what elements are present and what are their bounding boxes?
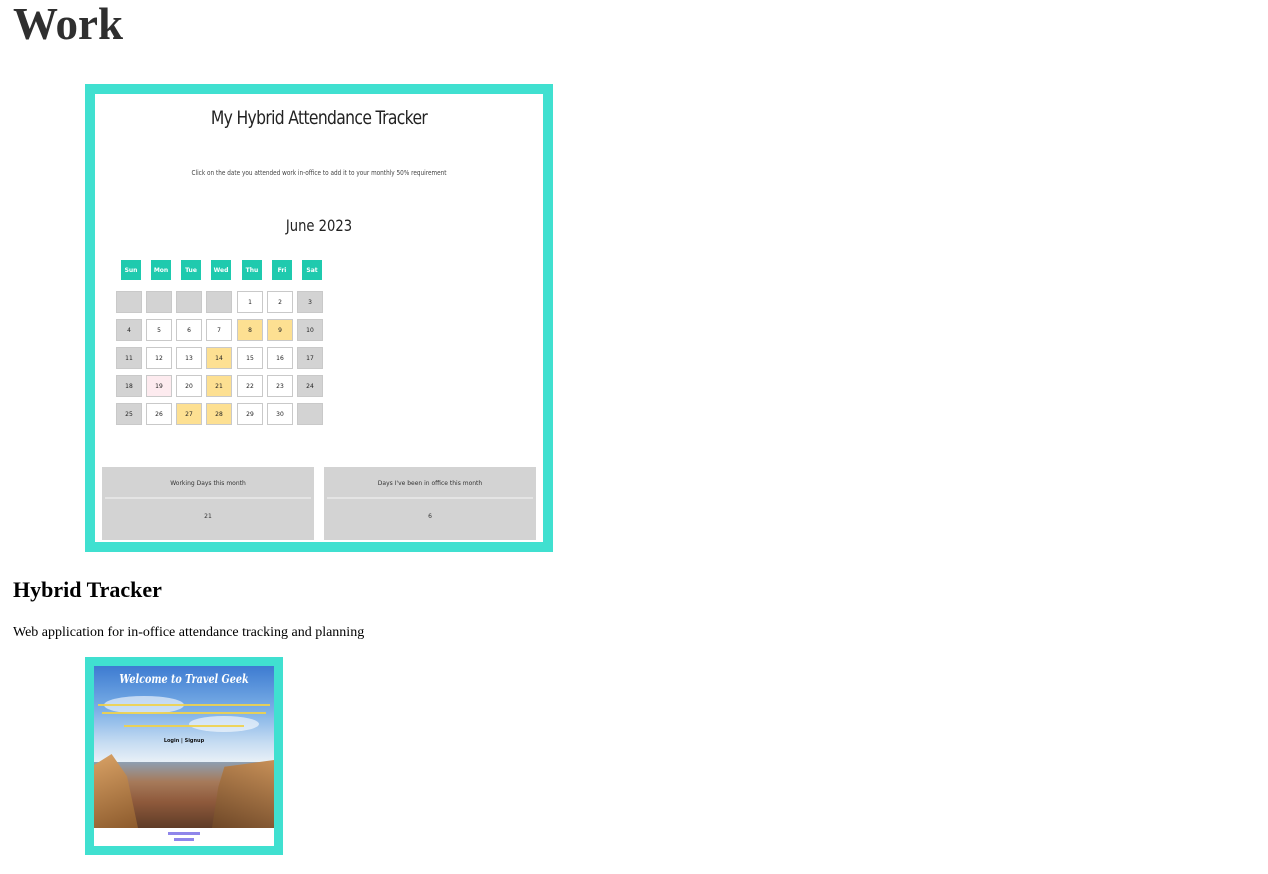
- calendar-empty-cell: [176, 291, 202, 313]
- stat-value: 6: [428, 512, 432, 520]
- weekday-header-wed: Wed: [211, 260, 231, 280]
- cloud-shape: [189, 716, 259, 732]
- tracker-instructions: Click on the date you attended work in-o…: [191, 169, 447, 177]
- weekday-header-thu: Thu: [242, 260, 262, 280]
- intro-text-line: [98, 704, 270, 706]
- intro-text-line: [102, 712, 266, 714]
- calendar-day-5[interactable]: 5: [146, 319, 172, 341]
- calendar-day-18[interactable]: 18: [116, 375, 142, 397]
- calendar-empty-cell: [206, 291, 232, 313]
- weekday-header-sat: Sat: [302, 260, 322, 280]
- calendar-day-28[interactable]: 28: [206, 403, 232, 425]
- tracker-month-label: June 2023: [285, 216, 353, 235]
- hybrid-tracker-screenshot[interactable]: My Hybrid Attendance Tracker Click on th…: [85, 84, 553, 552]
- project-title: Hybrid Tracker: [13, 577, 162, 602]
- calendar-day-2[interactable]: 2: [267, 291, 293, 313]
- calendar-day-30[interactable]: 30: [267, 403, 293, 425]
- calendar-empty-cell: [146, 291, 172, 313]
- travel-app-title: Welcome to Travel Geek: [119, 672, 249, 686]
- calendar-day-19[interactable]: 19: [146, 375, 172, 397]
- calendar-day-9[interactable]: 9: [267, 319, 293, 341]
- stat-label: Working Days this month: [105, 469, 311, 499]
- calendar-day-3[interactable]: 3: [297, 291, 323, 313]
- calendar-day-12[interactable]: 12: [146, 347, 172, 369]
- calendar-day-10[interactable]: 10: [297, 319, 323, 341]
- calendar-day-26[interactable]: 26: [146, 403, 172, 425]
- office-days-stat: Days I've been in office this month 6: [324, 467, 536, 540]
- calendar-empty-cell: [297, 403, 323, 425]
- calendar-day-21[interactable]: 21: [206, 375, 232, 397]
- stat-label: Days I've been in office this month: [327, 469, 533, 499]
- travel-app-preview: Welcome to Travel Geek Login | Signup: [94, 666, 274, 846]
- calendar-day-7[interactable]: 7: [206, 319, 232, 341]
- calendar-day-22[interactable]: 22: [237, 375, 263, 397]
- footer-link: [168, 832, 200, 835]
- calendar-day-20[interactable]: 20: [176, 375, 202, 397]
- calendar-empty-cell: [116, 291, 142, 313]
- calendar-day-14[interactable]: 14: [206, 347, 232, 369]
- tracker-app-preview: My Hybrid Attendance Tracker Click on th…: [95, 94, 543, 542]
- calendar-day-15[interactable]: 15: [237, 347, 263, 369]
- intro-text-line: [124, 725, 244, 727]
- weekday-header-tue: Tue: [181, 260, 201, 280]
- weekday-header-mon: Mon: [151, 260, 171, 280]
- weekday-header-sun: Sun: [121, 260, 141, 280]
- working-days-stat: Working Days this month 21: [102, 467, 314, 540]
- calendar-day-13[interactable]: 13: [176, 347, 202, 369]
- calendar-day-16[interactable]: 16: [267, 347, 293, 369]
- page-title: Work: [13, 0, 124, 49]
- calendar-day-4[interactable]: 4: [116, 319, 142, 341]
- calendar-day-1[interactable]: 1: [237, 291, 263, 313]
- calendar-day-17[interactable]: 17: [297, 347, 323, 369]
- calendar-day-11[interactable]: 11: [116, 347, 142, 369]
- calendar-day-29[interactable]: 29: [237, 403, 263, 425]
- calendar-day-8[interactable]: 8: [237, 319, 263, 341]
- calendar-day-24[interactable]: 24: [297, 375, 323, 397]
- weekday-header-fri: Fri: [272, 260, 292, 280]
- stat-value: 21: [204, 512, 212, 520]
- footer-link: [174, 838, 194, 841]
- calendar-day-27[interactable]: 27: [176, 403, 202, 425]
- calendar-day-23[interactable]: 23: [267, 375, 293, 397]
- calendar-day-6[interactable]: 6: [176, 319, 202, 341]
- login-signup-link: Login | Signup: [163, 738, 205, 744]
- project-description: Web application for in-office attendance…: [13, 625, 365, 640]
- travel-geek-screenshot[interactable]: Welcome to Travel Geek Login | Signup: [85, 657, 283, 855]
- calendar-day-25[interactable]: 25: [116, 403, 142, 425]
- tracker-app-title: My Hybrid Attendance Tracker: [210, 107, 428, 129]
